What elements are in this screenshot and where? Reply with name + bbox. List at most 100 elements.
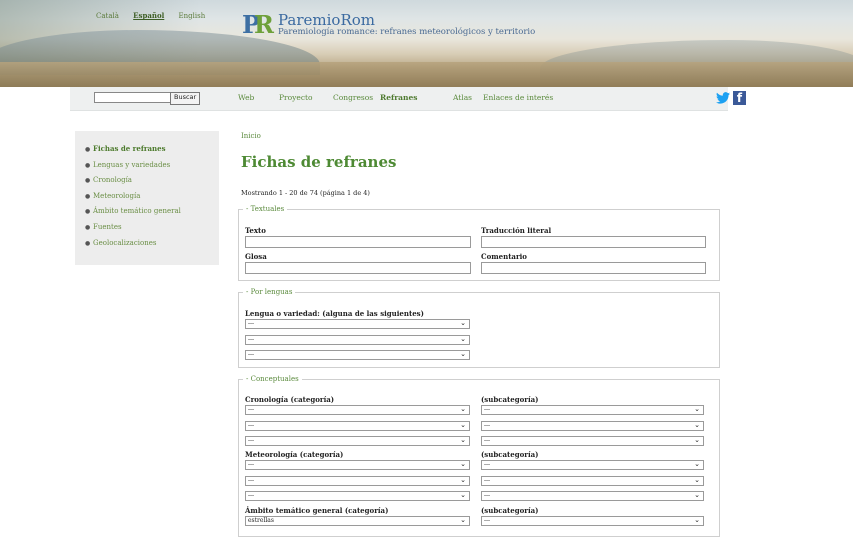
cronologia-sub-select-2[interactable]: --- ⌄ [481,421,704,431]
lengua-select-3[interactable]: --- ⌄ [245,350,470,360]
chevron-down-icon: ⌄ [694,405,700,413]
legend-conceptuales[interactable]: - Conceptuales [243,375,302,383]
comentario-input[interactable] [481,262,706,274]
cronologia-label: Cronología (categoría) [245,395,335,404]
nav-item-atlas[interactable]: Atlas [453,93,472,102]
texto-label: Texto [245,226,266,235]
sidebar-item-label: Geolocalizaciones [93,238,157,247]
cronologia-subcat-label: (subcategoría) [481,395,539,404]
chevron-down-icon: ⌄ [460,491,466,499]
select-value: --- [248,461,255,468]
sidebar-item-label: Ámbito temático general [93,207,181,216]
chevron-down-icon: ⌄ [460,335,466,343]
sidebar: ● Fichas de refranes ● Lenguas y variedade… [75,131,219,265]
traduccion-input[interactable] [481,236,706,248]
header-banner: Català Español English PR ParemioRom Par… [0,0,853,87]
results-info: Mostrando 1 - 20 de 74 (página 1 de 4) [241,189,370,197]
lengua-select-2[interactable]: --- ⌄ [245,335,470,345]
search-input[interactable] [94,92,172,103]
breadcrumb[interactable]: Inicio [241,132,261,140]
sidebar-item-ambito[interactable]: ● Ámbito temático general [85,204,219,220]
traduccion-label: Traducción literal [481,226,552,235]
meteorologia-sub-select-3[interactable]: --- ⌄ [481,491,704,501]
sidebar-item-fuentes[interactable]: ● Fuentes [85,220,219,236]
chevron-down-icon: ⌄ [460,476,466,484]
lengua-select-1[interactable]: --- ⌄ [245,319,470,329]
cronologia-sub-select-1[interactable]: --- ⌄ [481,405,704,415]
sidebar-item-fichas[interactable]: ● Fichas de refranes [85,141,219,158]
bullet-icon: ● [85,146,91,153]
sidebar-item-label: Lenguas y variedades [93,160,171,169]
select-value: --- [248,492,255,499]
select-value: estrellas [248,517,274,524]
page-title: Fichas de refranes [241,153,397,171]
nav-item-refranes[interactable]: Refranes [380,93,418,102]
sidebar-item-label: Cronología [93,176,132,185]
chevron-down-icon: ⌄ [460,319,466,327]
chevron-down-icon: ⌄ [694,476,700,484]
select-value: --- [484,422,491,429]
ambito-select[interactable]: estrellas ⌄ [245,516,470,526]
chevron-down-icon: ⌄ [460,421,466,429]
cronologia-sub-select-3[interactable]: --- ⌄ [481,436,704,446]
nav-item-web[interactable]: Web [238,93,254,102]
bullet-icon: ● [85,208,91,216]
bullet-icon: ● [85,177,91,185]
nav-item-proyecto[interactable]: Proyecto [279,93,313,102]
sidebar-item-meteorologia[interactable]: ● Meteorología [85,189,219,205]
chevron-down-icon: ⌄ [460,436,466,444]
select-value: --- [484,492,491,499]
meteorologia-sub-select-1[interactable]: --- ⌄ [481,460,704,470]
facebook-icon[interactable]: f [733,91,746,105]
sidebar-item-label: Meteorología [93,191,141,200]
comentario-label: Comentario [481,252,527,261]
twitter-icon[interactable] [716,92,730,104]
lang-english-link[interactable]: English [179,12,206,20]
chevron-down-icon: ⌄ [460,350,466,358]
texto-input[interactable] [245,236,471,248]
sidebar-menu: ● Fichas de refranes ● Lenguas y variedade… [75,131,219,251]
select-value: --- [248,351,255,358]
chevron-down-icon: ⌄ [460,460,466,468]
ambito-subcat-label: (subcategoría) [481,506,539,515]
sidebar-item-geolocalizaciones[interactable]: ● Geolocalizaciones [85,236,219,252]
select-value: --- [248,336,255,343]
select-value: --- [484,517,491,524]
cronologia-select-3[interactable]: --- ⌄ [245,436,470,446]
glosa-label: Glosa [245,252,267,261]
sidebar-item-label: Fuentes [93,222,122,231]
nav-item-enlaces[interactable]: Enlaces de interés [483,93,553,102]
chevron-down-icon: ⌄ [460,516,466,524]
meteorologia-select-2[interactable]: --- ⌄ [245,476,470,486]
sidebar-item-lenguas[interactable]: ● Lenguas y variedades [85,158,219,174]
cronologia-select-1[interactable]: --- ⌄ [245,405,470,415]
legend-textuales[interactable]: - Textuales [243,205,287,213]
chevron-down-icon: ⌄ [460,405,466,413]
cronologia-select-2[interactable]: --- ⌄ [245,421,470,431]
bullet-icon: ● [85,192,91,200]
select-value: --- [248,406,255,413]
chevron-down-icon: ⌄ [694,421,700,429]
banner-plain [0,62,853,87]
meteorologia-select-1[interactable]: --- ⌄ [245,460,470,470]
search-button[interactable]: Buscar [170,92,201,105]
legend-lenguas[interactable]: - Por lenguas [243,288,295,296]
lang-catala-link[interactable]: Català [96,12,119,20]
glosa-input[interactable] [245,262,471,274]
lang-espanol-link[interactable]: Español [133,11,164,20]
logo-letter-p: P [242,10,260,39]
logo-letter-r: R [254,10,274,39]
select-value: --- [484,437,491,444]
meteorologia-select-3[interactable]: --- ⌄ [245,491,470,501]
site-logo[interactable]: PR [242,12,274,38]
meteorologia-subcat-label: (subcategoría) [481,450,539,459]
language-switcher: Català Español English [96,11,217,20]
ambito-sub-select[interactable]: --- ⌄ [481,516,704,526]
chevron-down-icon: ⌄ [694,460,700,468]
select-value: --- [484,461,491,468]
meteorologia-sub-select-2[interactable]: --- ⌄ [481,476,704,486]
sidebar-item-cronologia[interactable]: ● Cronología [85,173,219,189]
bullet-icon: ● [85,223,91,231]
nav-item-congresos[interactable]: Congresos [333,93,373,102]
select-value: --- [248,477,255,484]
